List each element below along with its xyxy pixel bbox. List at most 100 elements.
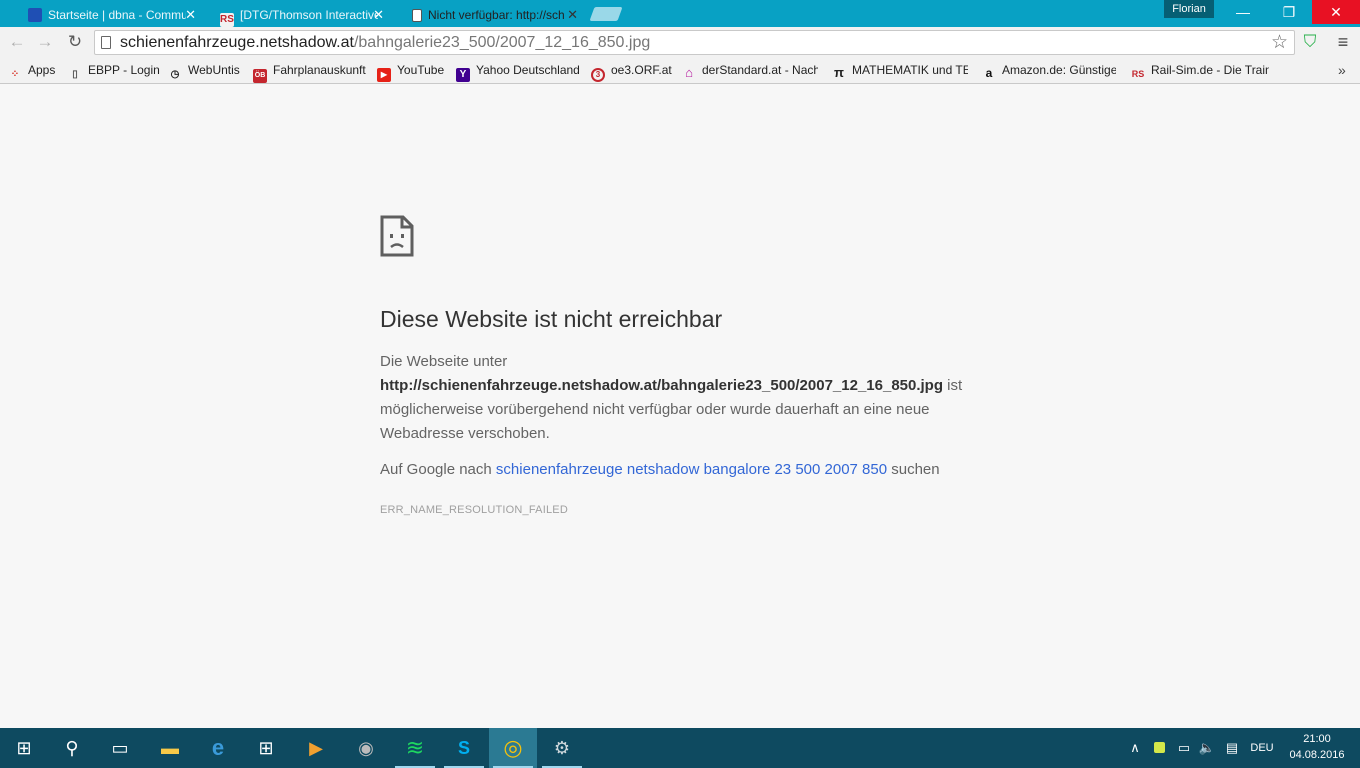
language-indicator[interactable]: DEU [1247, 728, 1277, 768]
error-body-rest: möglicherweise vorübergehend nicht verfü… [380, 401, 930, 442]
speaker-app-icon[interactable]: ◉ [342, 728, 390, 768]
search-button[interactable]: ⚲ [48, 728, 96, 768]
suggest-prefix: Auf Google nach [380, 461, 496, 478]
bookmark-mathematik[interactable]: π MATHEMATIK und TEC [832, 63, 968, 80]
back-button[interactable]: ← [6, 31, 28, 53]
bookmark-label: derStandard.at - Nach [702, 63, 818, 77]
tab-dtg-thomson[interactable]: RS [DTG/Thomson Interactive ✕ [206, 3, 392, 27]
bookmark-fahrplanauskunft[interactable]: ÖB Fahrplanauskunft [253, 63, 366, 83]
volume-icon[interactable]: 🔈 [1197, 728, 1217, 768]
skype-icon[interactable]: S [440, 728, 488, 768]
bookmark-derstandard[interactable]: ⌂ derStandard.at - Nach [682, 63, 818, 80]
bookmark-oe3[interactable]: 3 oe3.ORF.at [591, 63, 672, 82]
error-body-prefix: Die Webseite unter [380, 353, 508, 370]
bookmark-youtube[interactable]: ▶ YouTube [377, 63, 444, 82]
oe3-icon: 3 [591, 68, 605, 82]
clock-time: 21:00 [1303, 733, 1331, 745]
url-host: schienenfahrzeuge.netshadow.at [120, 34, 354, 51]
railsim-favicon-icon: RS [220, 13, 234, 27]
clock-date: 04.08.2016 [1289, 749, 1345, 761]
bookmark-yahoo[interactable]: Y Yahoo Deutschland [456, 63, 580, 82]
start-button[interactable]: ⊞ [0, 728, 48, 768]
address-bar[interactable]: schienenfahrzeuge.netshadow.at/bahngaler… [94, 30, 1295, 55]
bookmark-label: MATHEMATIK und TEC [852, 63, 968, 77]
bookmark-label: oe3.ORF.at [611, 63, 672, 77]
tray-app-icon[interactable] [1150, 728, 1168, 768]
bookmark-amazon[interactable]: a Amazon.de: Günstige [982, 63, 1116, 80]
bookmark-label: Rail-Sim.de - Die Train [1151, 63, 1269, 77]
sad-page-icon [380, 215, 414, 257]
page-content: Diese Website ist nicht erreichbar Die W… [0, 85, 1360, 728]
toolbar: ← → ↻ schienenfahrzeuge.netshadow.at/bah… [0, 27, 1360, 58]
chrome-menu-button[interactable]: ≡ [1334, 32, 1352, 52]
bookmark-apps[interactable]: ⁘ Apps [8, 63, 56, 82]
tab-title: [DTG/Thomson Interactive [240, 8, 378, 22]
tray-chevron-icon[interactable]: ∧ [1126, 728, 1144, 768]
page-info-icon[interactable] [101, 36, 111, 49]
obb-icon: ÖB [253, 69, 267, 83]
pi-icon: π [834, 65, 844, 80]
clock-icon: ◷ [170, 69, 180, 80]
bookmark-label: EBPP - Login [88, 63, 160, 77]
youtube-icon: ▶ [377, 68, 391, 82]
error-title: Diese Website ist nicht erreichbar [380, 306, 723, 332]
error-url: http://schienenfahrzeuge.netshadow.at/ba… [380, 377, 944, 394]
spotify-icon[interactable]: ≋ [391, 728, 439, 768]
shield-extension-icon[interactable]: ⛉ [1300, 32, 1320, 52]
tab-title: Startseite | dbna - Commu [48, 8, 186, 22]
close-tab-icon[interactable]: ✕ [373, 3, 384, 27]
bookmark-star-icon[interactable]: ☆ [1271, 31, 1288, 54]
file-explorer-icon[interactable]: ▬ [146, 728, 194, 768]
restore-button[interactable]: ❐ [1266, 0, 1312, 24]
page-favicon-icon [412, 9, 422, 22]
bookmark-label: Amazon.de: Günstige [1002, 63, 1116, 77]
chrome-icon[interactable]: ◎ [489, 728, 537, 768]
google-suggestion: Auf Google nach schienenfahrzeuge netsha… [380, 461, 940, 478]
network-icon[interactable]: ▭ [1174, 728, 1194, 768]
clock[interactable]: 21:00 04.08.2016 [1284, 731, 1350, 763]
title-bar: Startseite | dbna - Commu ✕ RS [DTG/Thoms… [0, 0, 1360, 27]
bookmark-label: YouTube [397, 63, 445, 77]
bookmark-webuntis[interactable]: ◷ WebUntis [168, 63, 240, 82]
close-window-button[interactable]: ✕ [1312, 0, 1360, 24]
apps-icon: ⁘ [10, 69, 20, 80]
edge-icon[interactable]: e [194, 728, 242, 768]
taskbar: ⊞ ⚲ ▭ ▬ e ⊞ ▶ ◉ ≋ S ◎ ⚙ ∧ ▭ 🔈 ▤ DEU 21:0… [0, 728, 1360, 768]
steam-icon[interactable]: ⚙ [538, 728, 586, 768]
url-text[interactable]: schienenfahrzeuge.netshadow.at/bahngaler… [120, 34, 650, 52]
bookmark-railsim[interactable]: RS Rail-Sim.de - Die Train [1131, 63, 1269, 81]
store-icon[interactable]: ⊞ [242, 728, 290, 768]
amazon-icon: a [985, 66, 993, 80]
suggest-suffix: suchen [887, 461, 940, 478]
tab-not-available[interactable]: Nicht verfügbar: http://sch ✕ [398, 3, 586, 27]
tab-title: Nicht verfügbar: http://sch [428, 8, 565, 22]
url-path: /bahngalerie23_500/2007_12_16_850.jpg [353, 34, 651, 51]
tab-dbna[interactable]: Startseite | dbna - Commu ✕ [14, 3, 204, 27]
bookmark-label: Fahrplanauskunft [273, 63, 366, 77]
task-view-button[interactable]: ▭ [96, 728, 144, 768]
dbna-favicon-icon [28, 8, 42, 22]
close-tab-icon[interactable]: ✕ [185, 3, 196, 27]
reload-button[interactable]: ↻ [64, 31, 86, 53]
error-body-suffix: ist [943, 377, 963, 394]
close-tab-icon[interactable]: ✕ [567, 3, 578, 27]
new-tab-button[interactable] [589, 7, 623, 21]
bookmarks-bar: ⁘ Apps ▯ EBPP - Login ◷ WebUntis ÖB Fahrplan… [0, 58, 1360, 84]
page-icon: ▯ [72, 69, 78, 80]
media-player-icon[interactable]: ▶ [292, 728, 340, 768]
action-center-icon[interactable]: ▤ [1222, 728, 1242, 768]
minimize-button[interactable]: — [1220, 0, 1266, 24]
rs-icon: RS [1131, 69, 1145, 79]
error-code: ERR_NAME_RESOLUTION_FAILED [380, 504, 568, 516]
bookmark-ebpp[interactable]: ▯ EBPP - Login [68, 63, 160, 82]
house-icon: ⌂ [685, 65, 693, 80]
bookmarks-overflow-button[interactable]: » [1338, 62, 1346, 78]
bookmark-label: Apps [28, 63, 56, 77]
bookmark-label: WebUntis [188, 63, 240, 77]
yahoo-icon: Y [456, 68, 470, 82]
error-description: Die Webseite unter http://schienenfahrze… [380, 350, 980, 446]
profile-button[interactable]: Florian [1164, 0, 1214, 18]
bookmark-label: Yahoo Deutschland [476, 63, 580, 77]
google-search-link[interactable]: schienenfahrzeuge netshadow bangalore 23… [496, 461, 887, 478]
forward-button[interactable]: → [34, 31, 56, 53]
